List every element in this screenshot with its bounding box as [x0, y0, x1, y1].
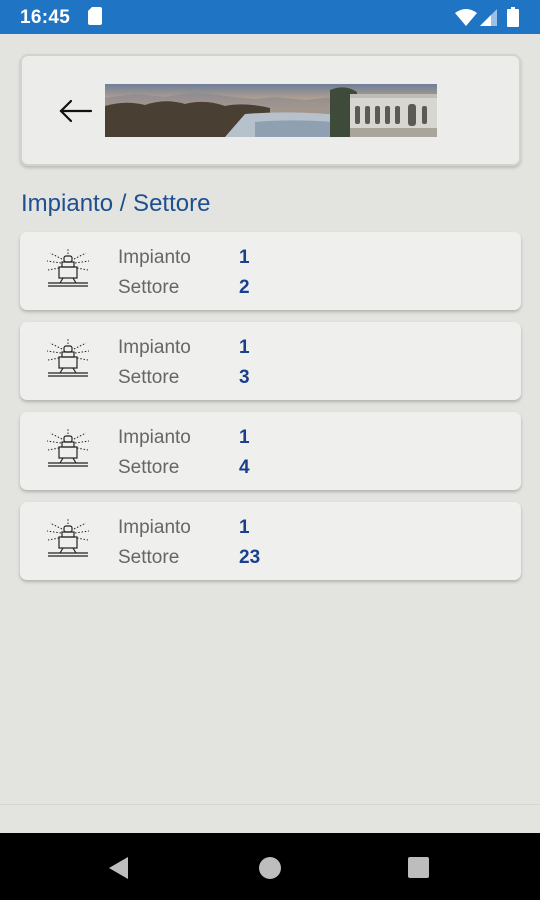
- impianto-label: Impianto: [118, 337, 191, 358]
- list-item[interactable]: Impianto 1 Settore 2: [20, 232, 521, 310]
- sprinkler-icon: [44, 249, 92, 291]
- settore-label: Settore: [118, 277, 180, 298]
- status-bar: 16:45: [0, 0, 540, 34]
- list-item[interactable]: Impianto 1 Settore 23: [20, 502, 521, 580]
- impianto-row: Impianto 1: [118, 427, 250, 449]
- settore-value: 2: [239, 277, 250, 298]
- header-card: [20, 54, 521, 166]
- section-title: Impianto / Settore: [21, 190, 211, 217]
- list-item[interactable]: Impianto 1 Settore 3: [20, 322, 521, 400]
- battery-icon: [507, 7, 519, 27]
- landscape-banner-image: [105, 84, 437, 137]
- nav-back-icon[interactable]: [104, 853, 134, 883]
- settore-label: Settore: [118, 367, 180, 388]
- impianto-value: 1: [239, 247, 250, 268]
- settore-label: Settore: [118, 457, 180, 478]
- impianto-settore-list: Impianto 1 Settore 2 Impianto 1 Settore 3 Im…: [20, 232, 521, 592]
- sprinkler-icon: [44, 339, 92, 381]
- nav-home-icon[interactable]: [258, 856, 282, 880]
- wifi-icon: [455, 9, 477, 26]
- impianto-value: 1: [239, 427, 250, 448]
- settore-row: Settore 4: [118, 457, 250, 479]
- settore-row: Settore 2: [118, 277, 250, 299]
- back-arrow-icon[interactable]: [56, 91, 96, 131]
- cell-signal-icon: [480, 9, 497, 26]
- settore-value: 3: [239, 367, 250, 388]
- status-time: 16:45: [20, 7, 71, 28]
- impianto-value: 1: [239, 337, 250, 358]
- nav-recents-icon[interactable]: [407, 856, 430, 879]
- sd-card-icon: [88, 7, 102, 25]
- impianto-label: Impianto: [118, 517, 191, 538]
- navigation-bar: [0, 833, 540, 900]
- settore-row: Settore 3: [118, 367, 250, 389]
- settore-row: Settore 23: [118, 547, 260, 569]
- settore-value: 4: [239, 457, 250, 478]
- impianto-row: Impianto 1: [118, 337, 250, 359]
- impianto-label: Impianto: [118, 247, 191, 268]
- list-item[interactable]: Impianto 1 Settore 4: [20, 412, 521, 490]
- impianto-value: 1: [239, 517, 250, 538]
- impianto-row: Impianto 1: [118, 247, 250, 269]
- settore-value: 23: [239, 547, 261, 568]
- settore-label: Settore: [118, 547, 180, 568]
- impianto-row: Impianto 1: [118, 517, 250, 539]
- sprinkler-icon: [44, 519, 92, 561]
- impianto-label: Impianto: [118, 427, 191, 448]
- sprinkler-icon: [44, 429, 92, 471]
- divider: [0, 804, 540, 805]
